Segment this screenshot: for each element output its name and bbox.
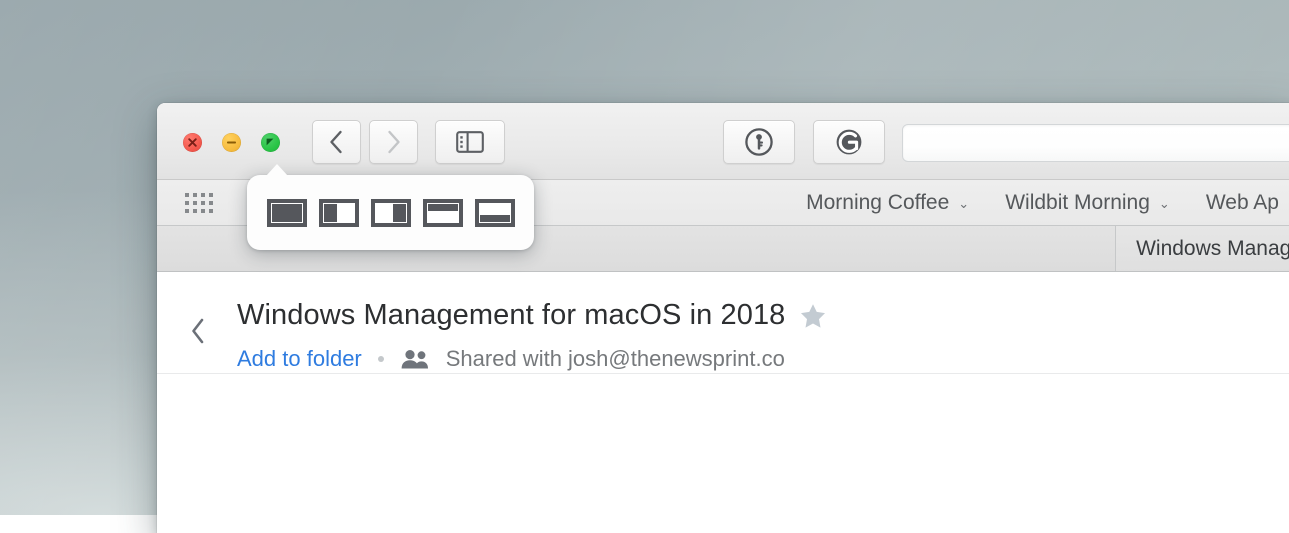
grid-dot	[201, 193, 205, 197]
grid-dot	[201, 209, 205, 213]
browser-toolbar	[157, 103, 1289, 180]
chevron-down-icon: ⌄	[1159, 196, 1170, 212]
document-back-button[interactable]	[187, 316, 213, 342]
chevron-right-icon	[385, 129, 402, 155]
grid-dot	[209, 209, 213, 213]
chevron-left-icon	[187, 316, 209, 346]
document-meta-row: Add to folder Shared with josh@thenewspr…	[237, 346, 785, 372]
grid-dot	[209, 201, 213, 205]
bookmark-items: Morning Coffee ⌄ Wildbit Morning ⌄ Web A…	[788, 180, 1289, 226]
grid-dot	[185, 209, 189, 213]
meta-separator-dot	[378, 356, 384, 362]
grid-dot	[193, 201, 197, 205]
window-management-popover	[247, 175, 534, 250]
navigation-buttons	[312, 120, 418, 164]
sidebar-icon	[456, 131, 484, 153]
bookmark-item-wildbit-morning[interactable]: Wildbit Morning ⌄	[987, 191, 1188, 215]
layout-fill	[272, 204, 302, 222]
layout-option-bottom-half[interactable]	[475, 199, 515, 227]
layout-fill	[480, 215, 510, 222]
chevron-left-icon	[328, 129, 345, 155]
grammarly-button[interactable]	[813, 120, 885, 164]
zoom-window-button[interactable]	[261, 133, 280, 152]
back-button[interactable]	[312, 120, 361, 164]
add-to-folder-link[interactable]: Add to folder	[237, 346, 362, 372]
sidebar-toggle-button[interactable]	[435, 120, 505, 164]
close-icon	[187, 137, 198, 148]
bookmark-item-web-apps[interactable]: Web Ap	[1188, 191, 1289, 215]
key-circle-icon	[744, 127, 774, 157]
grid-dot	[185, 193, 189, 197]
bookmark-label: Morning Coffee	[806, 191, 949, 215]
close-window-button[interactable]	[183, 133, 202, 152]
layout-fill	[393, 204, 406, 222]
layout-option-right-half[interactable]	[371, 199, 411, 227]
grid-dot	[185, 201, 189, 205]
document-header: Windows Management for macOS in 2018 Add…	[157, 272, 1289, 374]
bookmark-label: Web Ap	[1206, 191, 1279, 215]
layout-option-fullscreen[interactable]	[267, 199, 307, 227]
layout-fill	[324, 204, 337, 222]
people-icon	[400, 348, 430, 370]
grid-dot	[193, 209, 197, 213]
grid-dot	[209, 193, 213, 197]
layout-fill	[428, 204, 458, 211]
document-title-row: Windows Management for macOS in 2018	[237, 299, 827, 332]
browser-window: Morning Coffee ⌄ Wildbit Morning ⌄ Web A…	[157, 103, 1289, 533]
grid-dot	[201, 201, 205, 205]
bookmark-item-morning-coffee[interactable]: Morning Coffee ⌄	[788, 191, 987, 215]
layout-option-top-half[interactable]	[423, 199, 463, 227]
grid-dot	[193, 193, 197, 197]
toolbar-extensions	[723, 120, 885, 164]
traffic-lights	[183, 133, 280, 152]
layout-option-left-half[interactable]	[319, 199, 359, 227]
bookmark-label: Wildbit Morning	[1005, 191, 1150, 215]
page-content: Windows Management for macOS in 2018 Add…	[157, 272, 1289, 533]
chevron-down-icon: ⌄	[958, 196, 969, 212]
tab-windows-management[interactable]: Windows Manage	[1115, 226, 1289, 272]
star-icon[interactable]	[799, 302, 827, 330]
shared-with-label: Shared with josh@thenewsprint.co	[446, 346, 785, 372]
minus-icon	[226, 137, 237, 148]
bookmarks-grid-icon[interactable]	[185, 193, 213, 213]
page-title: Windows Management for macOS in 2018	[237, 299, 785, 332]
expand-arrows-icon	[265, 137, 277, 149]
onepassword-button[interactable]	[723, 120, 795, 164]
minimize-window-button[interactable]	[222, 133, 241, 152]
tab-label: Windows Manage	[1136, 237, 1289, 261]
grammarly-g-icon	[834, 127, 864, 157]
forward-button[interactable]	[369, 120, 418, 164]
address-bar-input[interactable]	[902, 124, 1289, 162]
